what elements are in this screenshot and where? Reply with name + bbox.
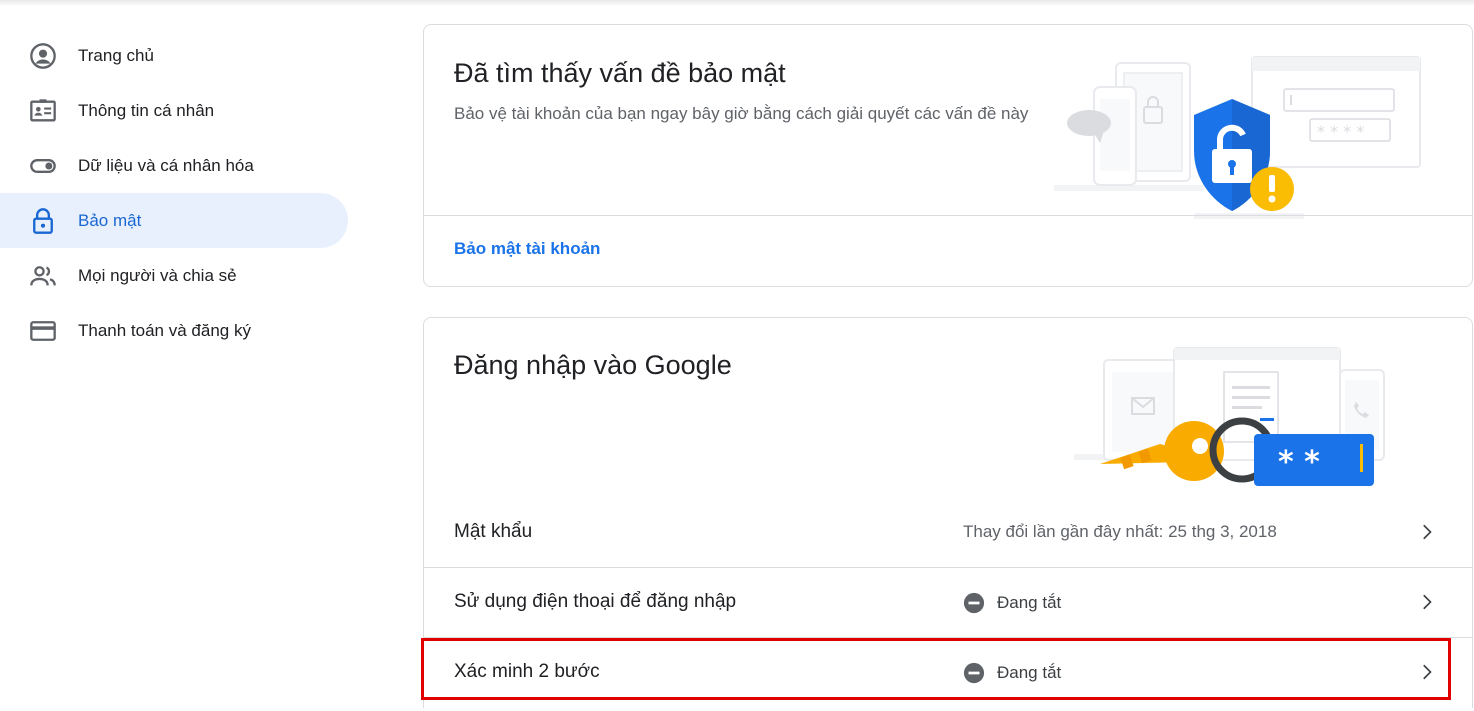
sidebar-item-label: Thông tin cá nhân: [78, 100, 215, 120]
sidebar-item-personal-info[interactable]: Thông tin cá nhân: [0, 83, 348, 138]
sidebar-nav: Trang chủ Thông tin cá nhân Dữ liệu và c…: [0, 28, 350, 358]
sidebar-item-security[interactable]: Bảo mật: [0, 193, 348, 248]
sidebar-item-label: Mọi người và chia sẻ: [78, 265, 237, 285]
lock-icon: [28, 206, 58, 236]
chevron-right-icon: [1423, 664, 1432, 680]
account-security-link[interactable]: Bảo mật tài khoản: [454, 239, 600, 259]
row-value: Đang tắt: [963, 592, 1061, 614]
sidebar-item-data-personalization[interactable]: Dữ liệu và cá nhân hóa: [0, 138, 348, 193]
status-off-icon: [963, 662, 985, 684]
credit-card-icon: [28, 316, 58, 346]
security-issue-card: Đã tìm thấy vấn đề bảo mật Bảo vệ tài kh…: [423, 24, 1473, 287]
sidebar-item-label: Trang chủ: [78, 45, 154, 65]
toggle-icon: [28, 151, 58, 181]
row-value: Đang tắt: [963, 662, 1061, 684]
top-shadow: [0, 0, 1474, 6]
phone-signin-row[interactable]: Sử dụng điện thoại để đăng nhập Đang tắt: [424, 567, 1472, 637]
sidebar-item-payments[interactable]: Thanh toán và đăng ký: [0, 303, 348, 358]
sidebar-item-people-sharing[interactable]: Mọi người và chia sẻ: [0, 248, 348, 303]
account-circle-icon: [28, 41, 58, 71]
signin-card: Đăng nhập vào Google * * Mật khẩu Thay đ…: [423, 317, 1473, 708]
id-card-icon: [28, 96, 58, 126]
card-title: Đăng nhập vào Google: [454, 350, 732, 380]
row-label: Xác minh 2 bước: [454, 661, 600, 682]
key-password-illustration-icon: * *: [1074, 347, 1385, 486]
sidebar-item-home[interactable]: Trang chủ: [0, 28, 348, 83]
password-last-changed: Thay đổi lần gần đây nhất: 25 thg 3, 201…: [963, 522, 1277, 541]
status-text: Đang tắt: [997, 593, 1062, 612]
people-icon: [28, 261, 58, 291]
row-value: Thay đổi lần gần đây nhất: 25 thg 3, 201…: [963, 522, 1277, 542]
card-title: Đã tìm thấy vấn đề bảo mật: [454, 58, 786, 88]
status-text: Đang tắt: [997, 663, 1062, 682]
card-divider: [424, 215, 1472, 216]
chevron-right-icon: [1423, 524, 1432, 540]
chevron-right-icon: [1423, 594, 1432, 610]
row-label: Mật khẩu: [454, 521, 533, 542]
security-warning-illustration-icon: * * * *: [1054, 56, 1421, 219]
card-description: Bảo vệ tài khoản của bạn ngay bây giờ bằ…: [454, 104, 1029, 123]
svg-text:* * * *: * * * *: [1317, 122, 1364, 141]
sidebar-item-label: Bảo mật: [78, 210, 142, 230]
sidebar-item-label: Thanh toán và đăng ký: [78, 320, 251, 340]
svg-text:* *: * *: [1278, 445, 1320, 480]
status-off-icon: [963, 592, 985, 614]
two-step-verification-row[interactable]: Xác minh 2 bước Đang tắt: [424, 637, 1472, 707]
password-row[interactable]: Mật khẩu Thay đổi lần gần đây nhất: 25 t…: [424, 497, 1472, 567]
sidebar-item-label: Dữ liệu và cá nhân hóa: [78, 155, 254, 175]
row-label: Sử dụng điện thoại để đăng nhập: [454, 591, 737, 612]
